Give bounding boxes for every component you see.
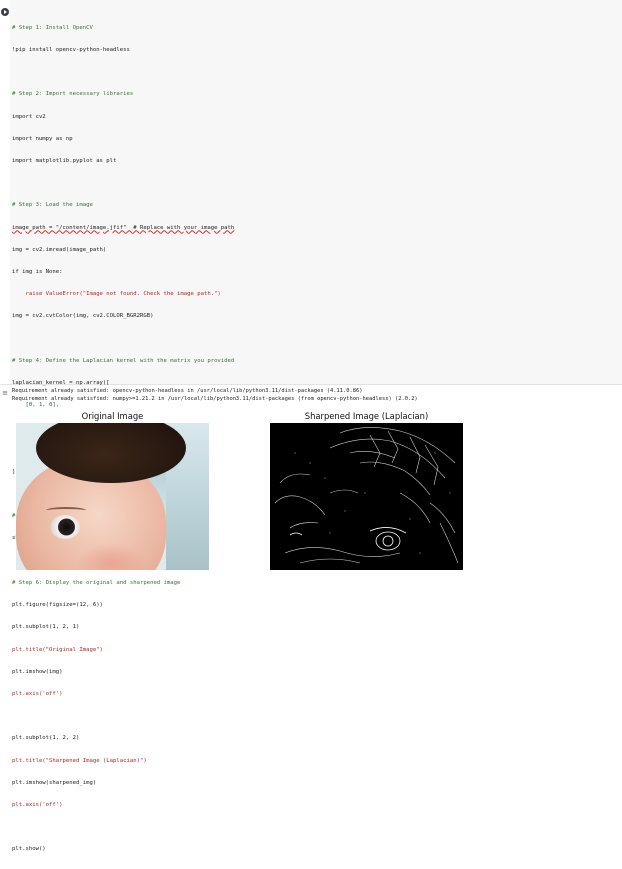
code-line: plt.title("Sharpened Image (Laplacian)") [12,757,147,764]
code-line: import matplotlib.pyplot as plt [12,158,117,165]
code-line: plt.imshow(img) [12,668,63,675]
sharpened-edges [274,427,459,564]
code-line-image-path: image_path = "/content/image.jfif" # Rep… [12,224,235,231]
code-line: import cv2 [12,113,46,120]
pip-output-line: Requirement already satisfied: opencv-py… [12,388,363,394]
code-line: plt.axis('off') [12,801,63,808]
code-line: # Step 2: Import necessary libraries [12,91,134,98]
baby-brow [46,507,86,514]
code-line: plt.title("Original Image") [12,646,103,653]
code-line: if img is None: [12,269,63,276]
code-line: # Step 6: Display the original and sharp… [12,579,181,586]
sharpened-image-title: Sharpened Image (Laplacian) [304,411,429,421]
sharpened-image [270,423,463,570]
code-line: plt.subplot(1, 2, 2) [12,735,80,742]
code-line: # Step 4: Define the Laplacian kernel wi… [12,357,235,364]
pip-output-line: Requirement already satisfied: numpy>=1.… [12,395,418,402]
baby-eye [50,515,80,539]
pip-output: Requirement already satisfied: opencv-py… [12,388,612,403]
code-line: plt.show() [12,846,46,853]
original-image [16,423,209,570]
code-line: img = cv2.imread(image_path) [12,246,107,253]
cell-gutter [0,0,10,384]
code-line: # Step 3: Load the image [12,202,93,209]
code-line: import numpy as np [12,135,73,142]
code-cell[interactable]: # Step 1: Install OpenCV !pip install op… [0,0,622,852]
code-line: # Step 1: Install OpenCV [12,24,93,31]
run-cell-icon[interactable] [1,8,9,16]
original-image-title: Original Image [81,411,144,421]
code-line: plt.figure(figsize=(12, 6)) [12,602,103,609]
code-line: plt.subplot(1, 2, 1) [12,624,80,631]
code-line: !pip install opencv-python-headless [12,47,130,54]
code-line: img = cv2.cvtColor(img, cv2.COLOR_BGR2RG… [12,313,154,320]
code-line: plt.imshow(sharpened_img) [12,779,97,786]
output-toggle-icon[interactable]: ≡ [1,389,9,397]
code-line: raise ValueError("Image not found. Check… [12,291,221,298]
code-line: plt.axis('off') [12,690,63,697]
